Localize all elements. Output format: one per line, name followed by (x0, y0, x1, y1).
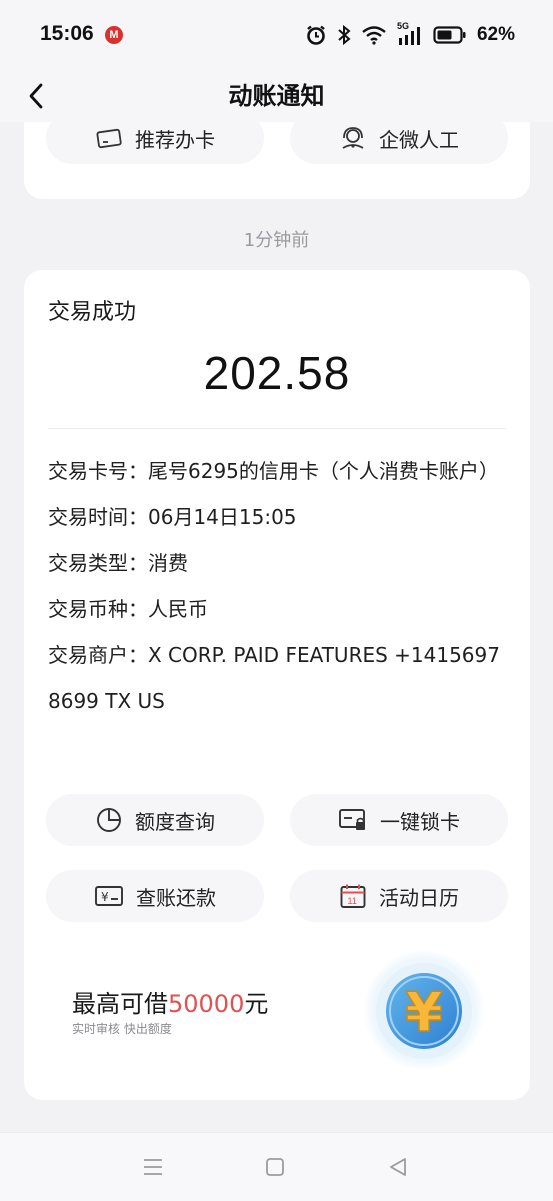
credit-limit-query-label: 额度查询 (135, 809, 215, 834)
coin-symbol: ¥ (405, 981, 443, 1044)
lock-card-label: 一键锁卡 (380, 809, 460, 834)
detail-label: 交易时间： (48, 505, 148, 529)
lock-card-icon (339, 809, 365, 830)
svg-text:¥: ¥ (101, 890, 109, 904)
promo-amount: 50000 (168, 990, 245, 1018)
transaction-status: 交易成功 (48, 300, 137, 325)
detail-merchant: 交易商户：X CORP. PAID FEATURES +14156978699 … (48, 632, 510, 724)
detail-value: 尾号6295的信用卡（个人消费卡账户） (148, 459, 499, 483)
wecom-agent-button[interactable]: 企微人工 (290, 112, 508, 164)
recommend-card-label: 推荐办卡 (135, 127, 215, 152)
status-bar: 15:06 M 5G 62% (0, 0, 553, 72)
loan-promo-banner[interactable]: 最高可借50000元 实时审核 快出额度 ¥ (24, 948, 530, 1088)
quick-actions: 额度查询 一键锁卡 ¥ 查账还款 11 活动日历 (24, 794, 530, 930)
promo-subtitle: 实时审核 快出额度 (72, 1022, 172, 1036)
calendar-day: 11 (348, 896, 357, 906)
wifi-icon (362, 26, 386, 45)
home-icon[interactable] (265, 1157, 285, 1177)
status-icons: 5G 62% (305, 21, 515, 48)
system-nav-bar (0, 1132, 553, 1201)
headset-icon (342, 127, 364, 149)
battery-percent: 62% (476, 24, 515, 45)
previous-message-card: 推荐办卡 企微人工 (24, 112, 530, 199)
promo-headline: 最高可借50000元 (72, 984, 268, 1019)
detail-value: 消费 (148, 551, 188, 575)
status-time: 15:06 (40, 22, 94, 45)
message-timestamp: 1分钟前 (243, 230, 310, 251)
detail-label: 交易类型： (48, 551, 148, 575)
menu-icon[interactable] (142, 1157, 164, 1177)
detail-type: 交易类型：消费 (48, 540, 510, 586)
page-title: 动账通知 (228, 82, 325, 110)
transaction-card: 交易成功 202.58 交易卡号：尾号6295的信用卡（个人消费卡账户） 交易时… (24, 270, 530, 1100)
detail-label: 交易卡号： (48, 459, 148, 483)
bill-repayment-button[interactable]: ¥ 查账还款 (46, 870, 264, 922)
wecom-agent-label: 企微人工 (379, 127, 459, 152)
signal-indicator: 5G (397, 21, 423, 46)
lock-card-button[interactable]: 一键锁卡 (290, 794, 508, 846)
bill-repayment-label: 查账还款 (136, 885, 216, 910)
yuan-coin-icon: ¥ (376, 963, 472, 1059)
detail-time: 交易时间：06月14日15:05 (48, 494, 510, 540)
detail-label: 交易币种： (48, 597, 148, 621)
pie-chart-icon (97, 808, 121, 832)
detail-value: 06月14日15:05 (148, 505, 297, 529)
detail-card-number: 交易卡号：尾号6295的信用卡（个人消费卡账户） (48, 448, 510, 494)
recommend-card-button[interactable]: 推荐办卡 (46, 112, 264, 164)
transaction-details: 交易卡号：尾号6295的信用卡（个人消费卡账户） 交易时间：06月14日15:0… (48, 448, 510, 724)
battery-icon (433, 26, 466, 44)
bluetooth-icon (338, 24, 351, 46)
card-icon (96, 128, 122, 149)
carrier-badge-icon: M (105, 26, 123, 44)
back-icon[interactable] (388, 1157, 408, 1177)
promo-suffix: 元 (244, 990, 269, 1018)
credit-limit-query-button[interactable]: 额度查询 (46, 794, 264, 846)
calendar-icon: 11 (340, 884, 366, 908)
detail-value: 人民币 (148, 597, 208, 621)
activity-calendar-button[interactable]: 11 活动日历 (290, 870, 508, 922)
promo-prefix: 最高可借 (72, 990, 168, 1018)
yuan-bill-icon: ¥ (95, 886, 123, 906)
activity-calendar-label: 活动日历 (379, 885, 459, 910)
detail-label: 交易商户： (48, 643, 148, 667)
transaction-amount: 202.58 (203, 347, 351, 399)
signal-icon (398, 27, 420, 45)
detail-currency: 交易币种：人民币 (48, 586, 510, 632)
alarm-icon (307, 25, 325, 45)
divider (48, 428, 506, 429)
